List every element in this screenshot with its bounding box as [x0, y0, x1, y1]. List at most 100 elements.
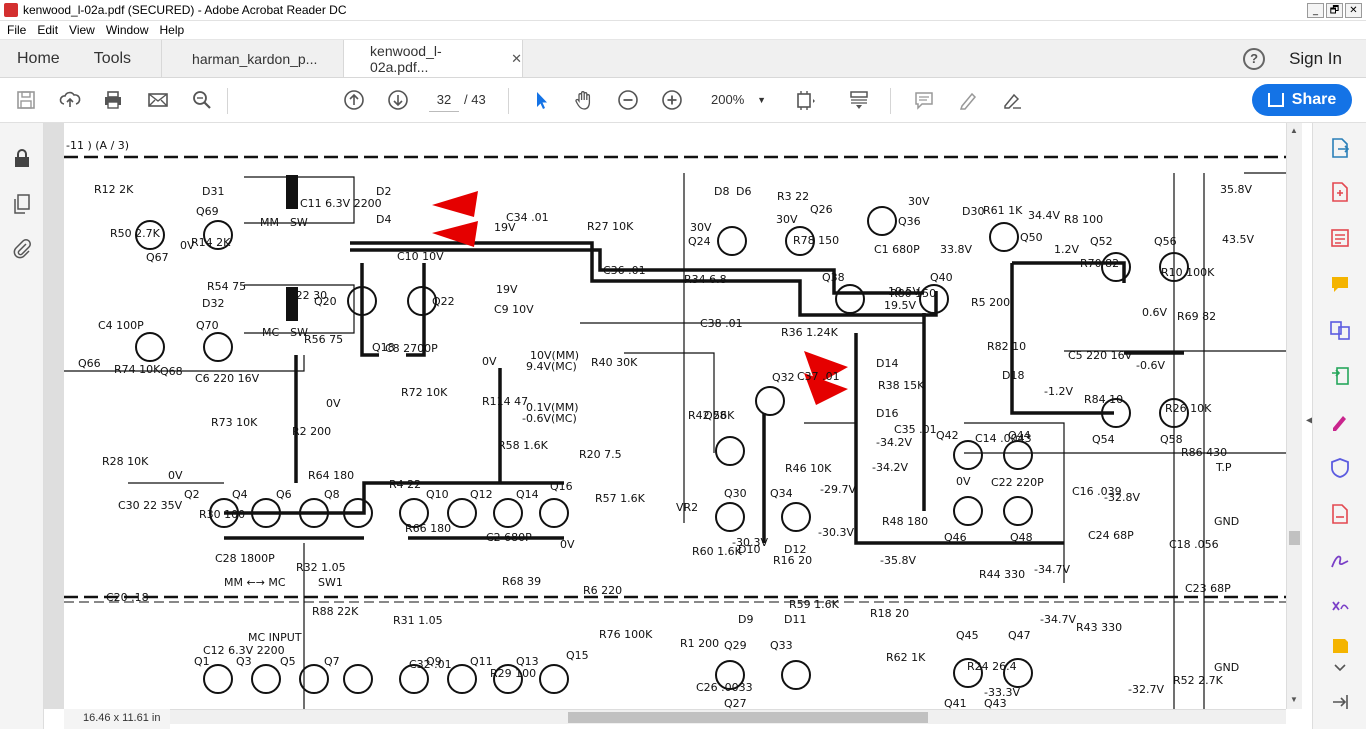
vertical-scroll-thumb[interactable]: [1289, 531, 1300, 545]
transistor-label: Q56: [1154, 235, 1177, 248]
print-icon[interactable]: [100, 88, 126, 112]
organize-pages-icon[interactable]: [1329, 365, 1351, 387]
menu-help[interactable]: Help: [160, 23, 185, 37]
protect-icon[interactable]: [1329, 457, 1351, 479]
scroll-mode-icon[interactable]: [846, 88, 872, 112]
certificates-icon[interactable]: [1329, 595, 1351, 617]
pdf-tool-icon[interactable]: [1329, 503, 1351, 525]
restore-button[interactable]: 🗗: [1326, 2, 1343, 18]
page-fit-icon[interactable]: [792, 88, 818, 112]
chevron-down-icon: ▼: [757, 95, 766, 105]
page-thumbnails-icon[interactable]: [11, 193, 33, 215]
component-value-label: R43 330: [1076, 621, 1122, 634]
component-value-label: R5 200: [971, 296, 1010, 309]
hand-tool-icon[interactable]: [571, 88, 597, 112]
send-for-signature-icon[interactable]: [1329, 549, 1351, 571]
upload-cloud-icon[interactable]: [57, 88, 83, 112]
previous-page-icon[interactable]: [341, 88, 367, 112]
voltage-label: -0.6V: [1136, 359, 1165, 372]
menu-edit[interactable]: Edit: [37, 23, 58, 37]
component-value-label: R27 10K: [587, 220, 634, 233]
transistor-label: Q4: [232, 488, 248, 501]
chevron-down-icon[interactable]: [1329, 657, 1351, 679]
component-value-label: C37 .01: [797, 370, 840, 383]
voltage-label: -32.7V: [1128, 683, 1164, 696]
export-pdf-icon[interactable]: [1329, 137, 1351, 159]
zoom-in-icon[interactable]: [659, 88, 685, 112]
highlight-pen-icon[interactable]: [955, 88, 981, 112]
tab-home[interactable]: Home: [0, 40, 77, 77]
create-pdf-icon[interactable]: [1329, 181, 1351, 203]
page-size-label: 16.46 x 11.61 in: [64, 709, 170, 729]
component-value-label: R70 82: [1080, 257, 1119, 270]
close-tab-icon[interactable]: ✕: [511, 51, 522, 67]
component-value-label: R62 1K: [886, 651, 926, 664]
voltage-label: -34.7V: [1040, 613, 1076, 626]
tab-tools[interactable]: Tools: [77, 40, 161, 77]
transistor-label: Q32: [772, 371, 795, 384]
tab-kenwood-doc[interactable]: kenwood_l-02a.pdf... ✕: [343, 40, 524, 77]
transistor-label: Q6: [276, 488, 292, 501]
transistor-label: Q26: [810, 203, 833, 216]
help-icon[interactable]: ?: [1243, 40, 1266, 77]
voltage-label: 30V: [690, 221, 712, 234]
close-window-button[interactable]: ✕: [1345, 2, 1362, 18]
tools-pane: [1312, 123, 1366, 729]
transistor-label: Q7: [324, 655, 340, 668]
tab-harman-kardon-doc[interactable]: harman_kardon_p...: [161, 40, 343, 77]
next-page-icon[interactable]: [385, 88, 411, 112]
component-value-label: R26 10K: [1165, 402, 1212, 415]
search-zoom-icon[interactable]: [189, 88, 215, 112]
share-button[interactable]: Share: [1252, 84, 1352, 116]
edit-pdf-icon[interactable]: [1329, 227, 1351, 249]
component-value-label: R50 2.7K: [110, 227, 161, 240]
tab-label: kenwood_l-02a.pdf...: [370, 42, 442, 75]
exit-arrow-icon[interactable]: [1329, 691, 1351, 713]
minimize-button[interactable]: _: [1307, 2, 1324, 18]
menu-view[interactable]: View: [69, 23, 95, 37]
zoom-out-icon[interactable]: [615, 88, 641, 112]
email-icon[interactable]: [145, 88, 171, 112]
save-icon[interactable]: [13, 88, 39, 112]
component-value-label: R46 10K: [785, 462, 832, 475]
sign-in-link[interactable]: Sign In: [1289, 40, 1342, 77]
horizontal-scrollbar[interactable]: [170, 709, 1286, 724]
component-value-label: R38 15K: [878, 379, 925, 392]
scroll-down-icon[interactable]: ▼: [1290, 695, 1298, 704]
transistor-label: Q52: [1090, 235, 1113, 248]
component-value-label: C2 680P: [486, 531, 532, 544]
combine-files-icon[interactable]: [1329, 319, 1351, 341]
more-tools-icon[interactable]: [1329, 635, 1351, 657]
transistor-label: Q69: [196, 205, 219, 218]
vertical-scrollbar[interactable]: ▲ ▼: [1286, 123, 1302, 709]
scroll-up-icon[interactable]: ▲: [1290, 126, 1298, 135]
select-cursor-icon[interactable]: [528, 88, 554, 112]
attachment-icon[interactable]: [11, 237, 33, 259]
diode-label: D6: [736, 185, 751, 198]
menu-window[interactable]: Window: [106, 23, 149, 37]
sw1-label: SW1: [318, 576, 343, 589]
zoom-select[interactable]: 200% ▼: [706, 90, 770, 112]
lock-icon[interactable]: [11, 147, 33, 169]
transistor-label: Q34: [770, 487, 793, 500]
voltage-label: 43.5V: [1222, 233, 1254, 246]
component-value-label: R6 220: [583, 584, 622, 597]
menu-file[interactable]: File: [7, 23, 26, 37]
component-value-label: R18 20: [870, 607, 909, 620]
component-value-label: C36 .01: [603, 264, 646, 277]
transistor-label: Q50: [1020, 231, 1043, 244]
component-value-label: C28 1800P: [215, 552, 275, 565]
component-value-label: C38 .01: [700, 317, 743, 330]
comment-icon[interactable]: [911, 88, 937, 112]
mm-sw-label: MM - SW: [260, 216, 308, 229]
draw-sign-icon[interactable]: [999, 88, 1025, 112]
comment-tool-icon[interactable]: [1329, 273, 1351, 295]
transistor-label: Q16: [550, 480, 573, 493]
horizontal-scroll-thumb[interactable]: [568, 712, 928, 723]
component-value-label: R68 39: [502, 575, 541, 588]
component-value-label: C22 220P: [991, 476, 1044, 489]
transistor-label: Q2: [184, 488, 200, 501]
document-view[interactable]: -11 ) (A / 3) MM - SW MC - SW MC INPUT M…: [44, 123, 1286, 709]
page-number-input[interactable]: 32: [429, 90, 459, 112]
fill-sign-icon[interactable]: [1329, 411, 1351, 433]
